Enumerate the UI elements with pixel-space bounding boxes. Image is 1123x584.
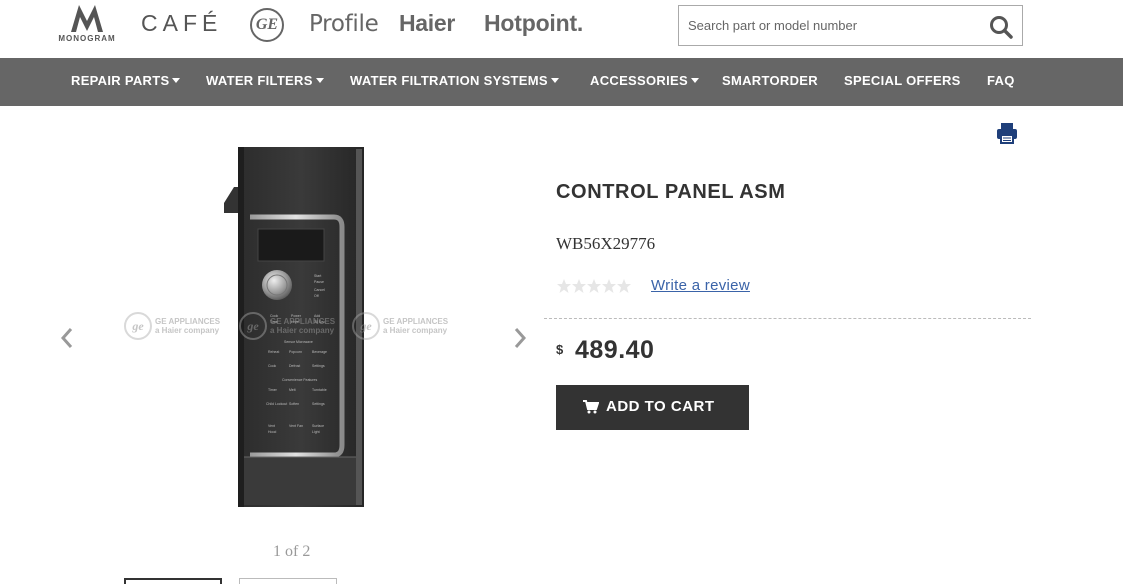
- chevron-left-icon[interactable]: [57, 323, 77, 353]
- ge-watermark-icon: ge: [239, 312, 267, 340]
- nav-label: SMARTORDER: [722, 73, 818, 88]
- watermark: ge GE APPLIANCES a Haier company: [352, 312, 448, 342]
- search-icon[interactable]: [988, 14, 1014, 40]
- nav-water-filtration-systems[interactable]: WATER FILTRATION SYSTEMS: [350, 58, 559, 106]
- cafe-logo[interactable]: CAFÉ: [141, 10, 222, 37]
- watermark: ge GE APPLIANCES a Haier company: [239, 312, 335, 342]
- svg-text:Beverage: Beverage: [312, 350, 327, 354]
- svg-text:Child Lockout: Child Lockout: [266, 402, 287, 406]
- nav-label: REPAIR PARTS: [71, 73, 170, 88]
- nav-accessories[interactable]: ACCESSORIES: [590, 58, 699, 106]
- svg-text:Turntable: Turntable: [312, 388, 327, 392]
- svg-text:Light: Light: [312, 430, 320, 434]
- nav-label: WATER FILTERS: [206, 73, 313, 88]
- svg-text:Soften: Soften: [289, 402, 299, 406]
- svg-text:Cancel: Cancel: [314, 288, 325, 292]
- svg-text:Cook: Cook: [268, 364, 276, 368]
- monogram-logo[interactable]: MONOGRAM: [56, 3, 118, 47]
- add-to-cart-label: ADD TO CART: [606, 398, 715, 415]
- svg-text:Settings: Settings: [312, 402, 325, 406]
- thumbnail-2[interactable]: [239, 578, 337, 584]
- ge-watermark-icon: ge: [352, 312, 380, 340]
- add-to-cart-button[interactable]: ADD TO CART: [556, 385, 749, 430]
- thumbnail-1[interactable]: [124, 578, 222, 584]
- nav-water-filters[interactable]: WATER FILTERS: [206, 58, 324, 106]
- divider: [544, 318, 1031, 319]
- svg-text:Hood: Hood: [268, 430, 276, 434]
- svg-text:Surface: Surface: [312, 424, 324, 428]
- caret-down-icon: [550, 78, 559, 83]
- svg-text:Defrost: Defrost: [289, 364, 300, 368]
- rating-stars: [557, 279, 631, 293]
- site-header: MONOGRAM CAFÉ GE Profile Haier Hotpoint.: [0, 0, 1123, 58]
- caret-down-icon: [172, 78, 181, 83]
- watermark-sub: a Haier company: [155, 326, 220, 335]
- svg-text:Start: Start: [314, 274, 321, 278]
- ge-logo[interactable]: GE: [250, 8, 284, 42]
- nav-label: FAQ: [987, 73, 1015, 88]
- chevron-right-icon[interactable]: [510, 323, 530, 353]
- caret-down-icon: [690, 78, 699, 83]
- ge-watermark-icon: ge: [124, 312, 152, 340]
- svg-text:Pause: Pause: [314, 280, 324, 284]
- monogram-m-icon: [71, 5, 103, 32]
- svg-text:Vent Fan: Vent Fan: [289, 424, 303, 428]
- svg-text:Convenience Features: Convenience Features: [282, 378, 317, 382]
- price-value: 489.40: [575, 336, 655, 364]
- watermark-brand: GE APPLIANCES: [155, 317, 221, 326]
- hotpoint-logo[interactable]: Hotpoint.: [484, 10, 583, 37]
- price-currency: $: [556, 342, 564, 357]
- nav-repair-parts[interactable]: REPAIR PARTS: [71, 58, 181, 106]
- svg-text:Off: Off: [314, 294, 319, 298]
- main-nav: REPAIR PARTS WATER FILTERS WATER FILTRAT…: [0, 58, 1123, 106]
- svg-text:Melt: Melt: [289, 388, 296, 392]
- cart-icon: [583, 400, 599, 414]
- search-form: [678, 5, 1023, 46]
- search-input[interactable]: [679, 6, 979, 45]
- write-review-link[interactable]: Write a review: [651, 277, 750, 294]
- nav-label: WATER FILTRATION SYSTEMS: [350, 73, 548, 88]
- monogram-wordmark: MONOGRAM: [58, 34, 116, 43]
- profile-logo[interactable]: Profile: [309, 11, 379, 37]
- watermark-sub: a Haier company: [383, 326, 448, 335]
- print-icon[interactable]: [995, 121, 1019, 145]
- svg-text:Popcorn: Popcorn: [289, 350, 302, 354]
- svg-text:Settings: Settings: [312, 364, 325, 368]
- watermark: ge GE APPLIANCES a Haier company: [124, 312, 220, 342]
- watermark-brand: GE APPLIANCES: [383, 317, 449, 326]
- haier-logo[interactable]: Haier: [399, 10, 455, 37]
- image-pager: 1 of 2: [273, 543, 311, 560]
- nav-faq[interactable]: FAQ: [987, 58, 1015, 106]
- part-number: WB56X29776: [556, 234, 656, 253]
- product-title: CONTROL PANEL ASM: [556, 181, 786, 203]
- svg-text:Timer: Timer: [268, 388, 278, 392]
- svg-text:Vent: Vent: [268, 424, 275, 428]
- ge-logo-text: GE: [255, 16, 279, 33]
- watermark-sub: a Haier company: [270, 326, 335, 335]
- nav-special-offers[interactable]: SPECIAL OFFERS: [844, 58, 961, 106]
- caret-down-icon: [315, 78, 324, 83]
- watermark-brand: GE APPLIANCES: [270, 317, 336, 326]
- nav-label: ACCESSORIES: [590, 73, 688, 88]
- nav-label: SPECIAL OFFERS: [844, 73, 961, 88]
- svg-text:Reheat: Reheat: [268, 350, 279, 354]
- nav-smartorder[interactable]: SMARTORDER: [722, 58, 818, 106]
